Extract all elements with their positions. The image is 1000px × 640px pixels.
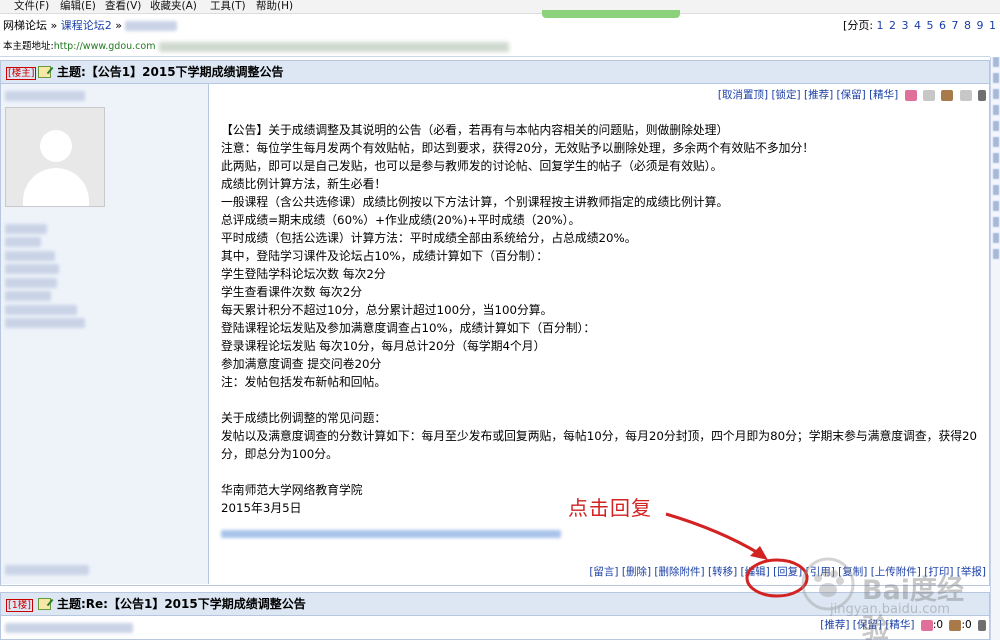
watermark-url: jingyan.baidu.com — [830, 602, 950, 617]
content-line: 【公告】关于成绩调整及其说明的公告（必看，若再有与本帖内容相关的问题贴，则做删除… — [221, 123, 729, 137]
faq-text: 发帖以及满意度调查的分数计算如下：每月至少发布或回复两贴，每帖10分，每月20分… — [221, 429, 978, 461]
content-line: 学生登陆学科论坛次数 每次2分 — [221, 267, 386, 281]
post-title: 主题:【公告1】2015下学期成绩调整公告 — [57, 65, 284, 79]
content-line: 其中，登陆学习课件及论坛占10%，成绩计算如下（百分制）： — [221, 249, 549, 263]
phone-icon[interactable] — [978, 89, 986, 101]
delete-button[interactable]: [删除] — [622, 566, 651, 578]
post-text: 【公告】关于成绩调整及其说明的公告（必看，若再有与本帖内容相关的问题贴，则做删除… — [221, 121, 981, 517]
content-line: 学生查看课件次数 每次2分 — [221, 285, 363, 299]
breadcrumb: 网梯论坛 » 课程论坛2 » — [3, 16, 178, 36]
baidu-jingyan-watermark: Bai度经验 jingyan.baidu.com — [800, 556, 990, 640]
menu-help[interactable]: 帮助(H) — [256, 0, 293, 12]
menu-file[interactable]: 文件(F) — [14, 0, 49, 12]
pink-flower-icon[interactable] — [904, 89, 917, 101]
floor-badge: [楼主] — [6, 67, 37, 80]
post-timestamp — [5, 562, 89, 576]
post-meta-blurred — [221, 526, 561, 538]
breadcrumb-site: 网梯论坛 — [3, 19, 47, 32]
pager-label: [分页: — [843, 19, 874, 32]
recommend-button[interactable]: [推荐] — [804, 89, 833, 101]
edit-icon — [38, 66, 51, 78]
menu-tools[interactable]: 工具(T) — [210, 0, 246, 12]
annotation-label: 点击回复 — [568, 496, 652, 520]
post-title: 主题:Re:【公告1】2015下学期成绩调整公告 — [57, 597, 306, 611]
content-line: 一般课程（含公共选修课）成绩比例按以下方法计算，个别课程按主讲教师指定的成绩比例… — [221, 195, 729, 209]
content-line: 成绩比例计算方法，新生必看！ — [221, 177, 387, 191]
author-name[interactable] — [5, 88, 85, 102]
faq-title: 关于成绩比例调整的常见问题： — [221, 411, 387, 425]
topic-address-row: 本主题地址:http://www.gdou.com — [0, 38, 1000, 56]
author-panel — [1, 84, 209, 584]
content-line: 每天累计积分不超过10分，总分累计超过100分，当100分算。 — [221, 303, 553, 317]
divider — [0, 56, 990, 57]
lock-button[interactable]: [锁定] — [771, 89, 800, 101]
content-line: 登陆课程论坛发贴及参加满意度调查占10%，成绩计算如下（百分制）： — [221, 321, 596, 335]
author-info — [5, 221, 85, 329]
content-line: 注：发帖包括发布新帖和回帖。 — [221, 375, 387, 389]
pager-page-links[interactable]: 1 2 3 4 5 6 7 8 9 1 — [877, 19, 997, 32]
pager: [分页: 1 2 3 4 5 6 7 8 9 1 — [843, 16, 997, 36]
topic-address-blurred — [158, 41, 509, 52]
author-name[interactable] — [5, 620, 133, 634]
content-line: 总评成绩=期末成绩（60%）+作业成绩(20%)+平时成绩（20%）。 — [221, 213, 581, 227]
essence-button[interactable]: [精华] — [869, 89, 898, 101]
topic-address-url[interactable]: http://www.gdou.com — [54, 41, 156, 52]
keep-button[interactable]: [保留] — [837, 89, 866, 101]
right-sidebar — [990, 57, 1000, 640]
menu-view[interactable]: 查看(V) — [105, 0, 141, 12]
egg-icon[interactable] — [941, 89, 954, 101]
post-main: [楼主] 主题:【公告1】2015下学期成绩调整公告 [取消置顶] [锁定] [… — [0, 60, 990, 586]
content-line: 登录课程论坛发贴 每次10分，每月总计20分（每学期4个月） — [221, 339, 546, 353]
breadcrumb-forum-link[interactable]: 课程论坛2 — [61, 19, 112, 32]
moderation-actions: [取消置顶] [锁定] [推荐] [保留] [精华] — [718, 88, 986, 102]
topic-address-label: 本主题地址: — [3, 41, 54, 52]
content-line: 参加满意度调查 提交问卷20分 — [221, 357, 382, 371]
post-body: [取消置顶] [锁定] [推荐] [保留] [精华] 【公告】关于成绩调整及其说… — [1, 84, 989, 584]
menu-bar: 文件(F) 编辑(E) 查看(V) 收藏夹(A) 工具(T) 帮助(H) — [0, 0, 1000, 14]
content-line: 平时成绩（包括公选课）计算方法：平时成绩全部由系统给分，占总成绩20%。 — [221, 231, 637, 245]
unpin-button[interactable]: [取消置顶] — [718, 89, 768, 101]
message-button[interactable]: [留言] — [589, 566, 618, 578]
blank-icon[interactable] — [959, 89, 972, 101]
content-line: 此两贴，即可以是自己发贴，也可以是参与教师发的讨论帖、回复学生的帖子（必须是有效… — [221, 159, 723, 173]
post-header: [楼主] 主题:【公告1】2015下学期成绩调整公告 — [1, 61, 989, 84]
content-line: 注意：每位学生每月发两个有效贴帖，即达到要求，获得20分，无效贴予以删除处理，多… — [221, 141, 815, 155]
menu-edit[interactable]: 编辑(E) — [60, 0, 96, 12]
menu-favorites[interactable]: 收藏夹(A) — [150, 0, 197, 12]
avatar — [5, 107, 105, 207]
navigation-row: 网梯论坛 » 课程论坛2 » [分页: 1 2 3 4 5 6 7 8 9 1 — [0, 16, 1000, 36]
edit-icon — [38, 598, 51, 610]
floor-badge: [1楼] — [6, 599, 33, 612]
grey-icon[interactable] — [922, 89, 935, 101]
breadcrumb-board-blurred[interactable] — [125, 21, 178, 31]
